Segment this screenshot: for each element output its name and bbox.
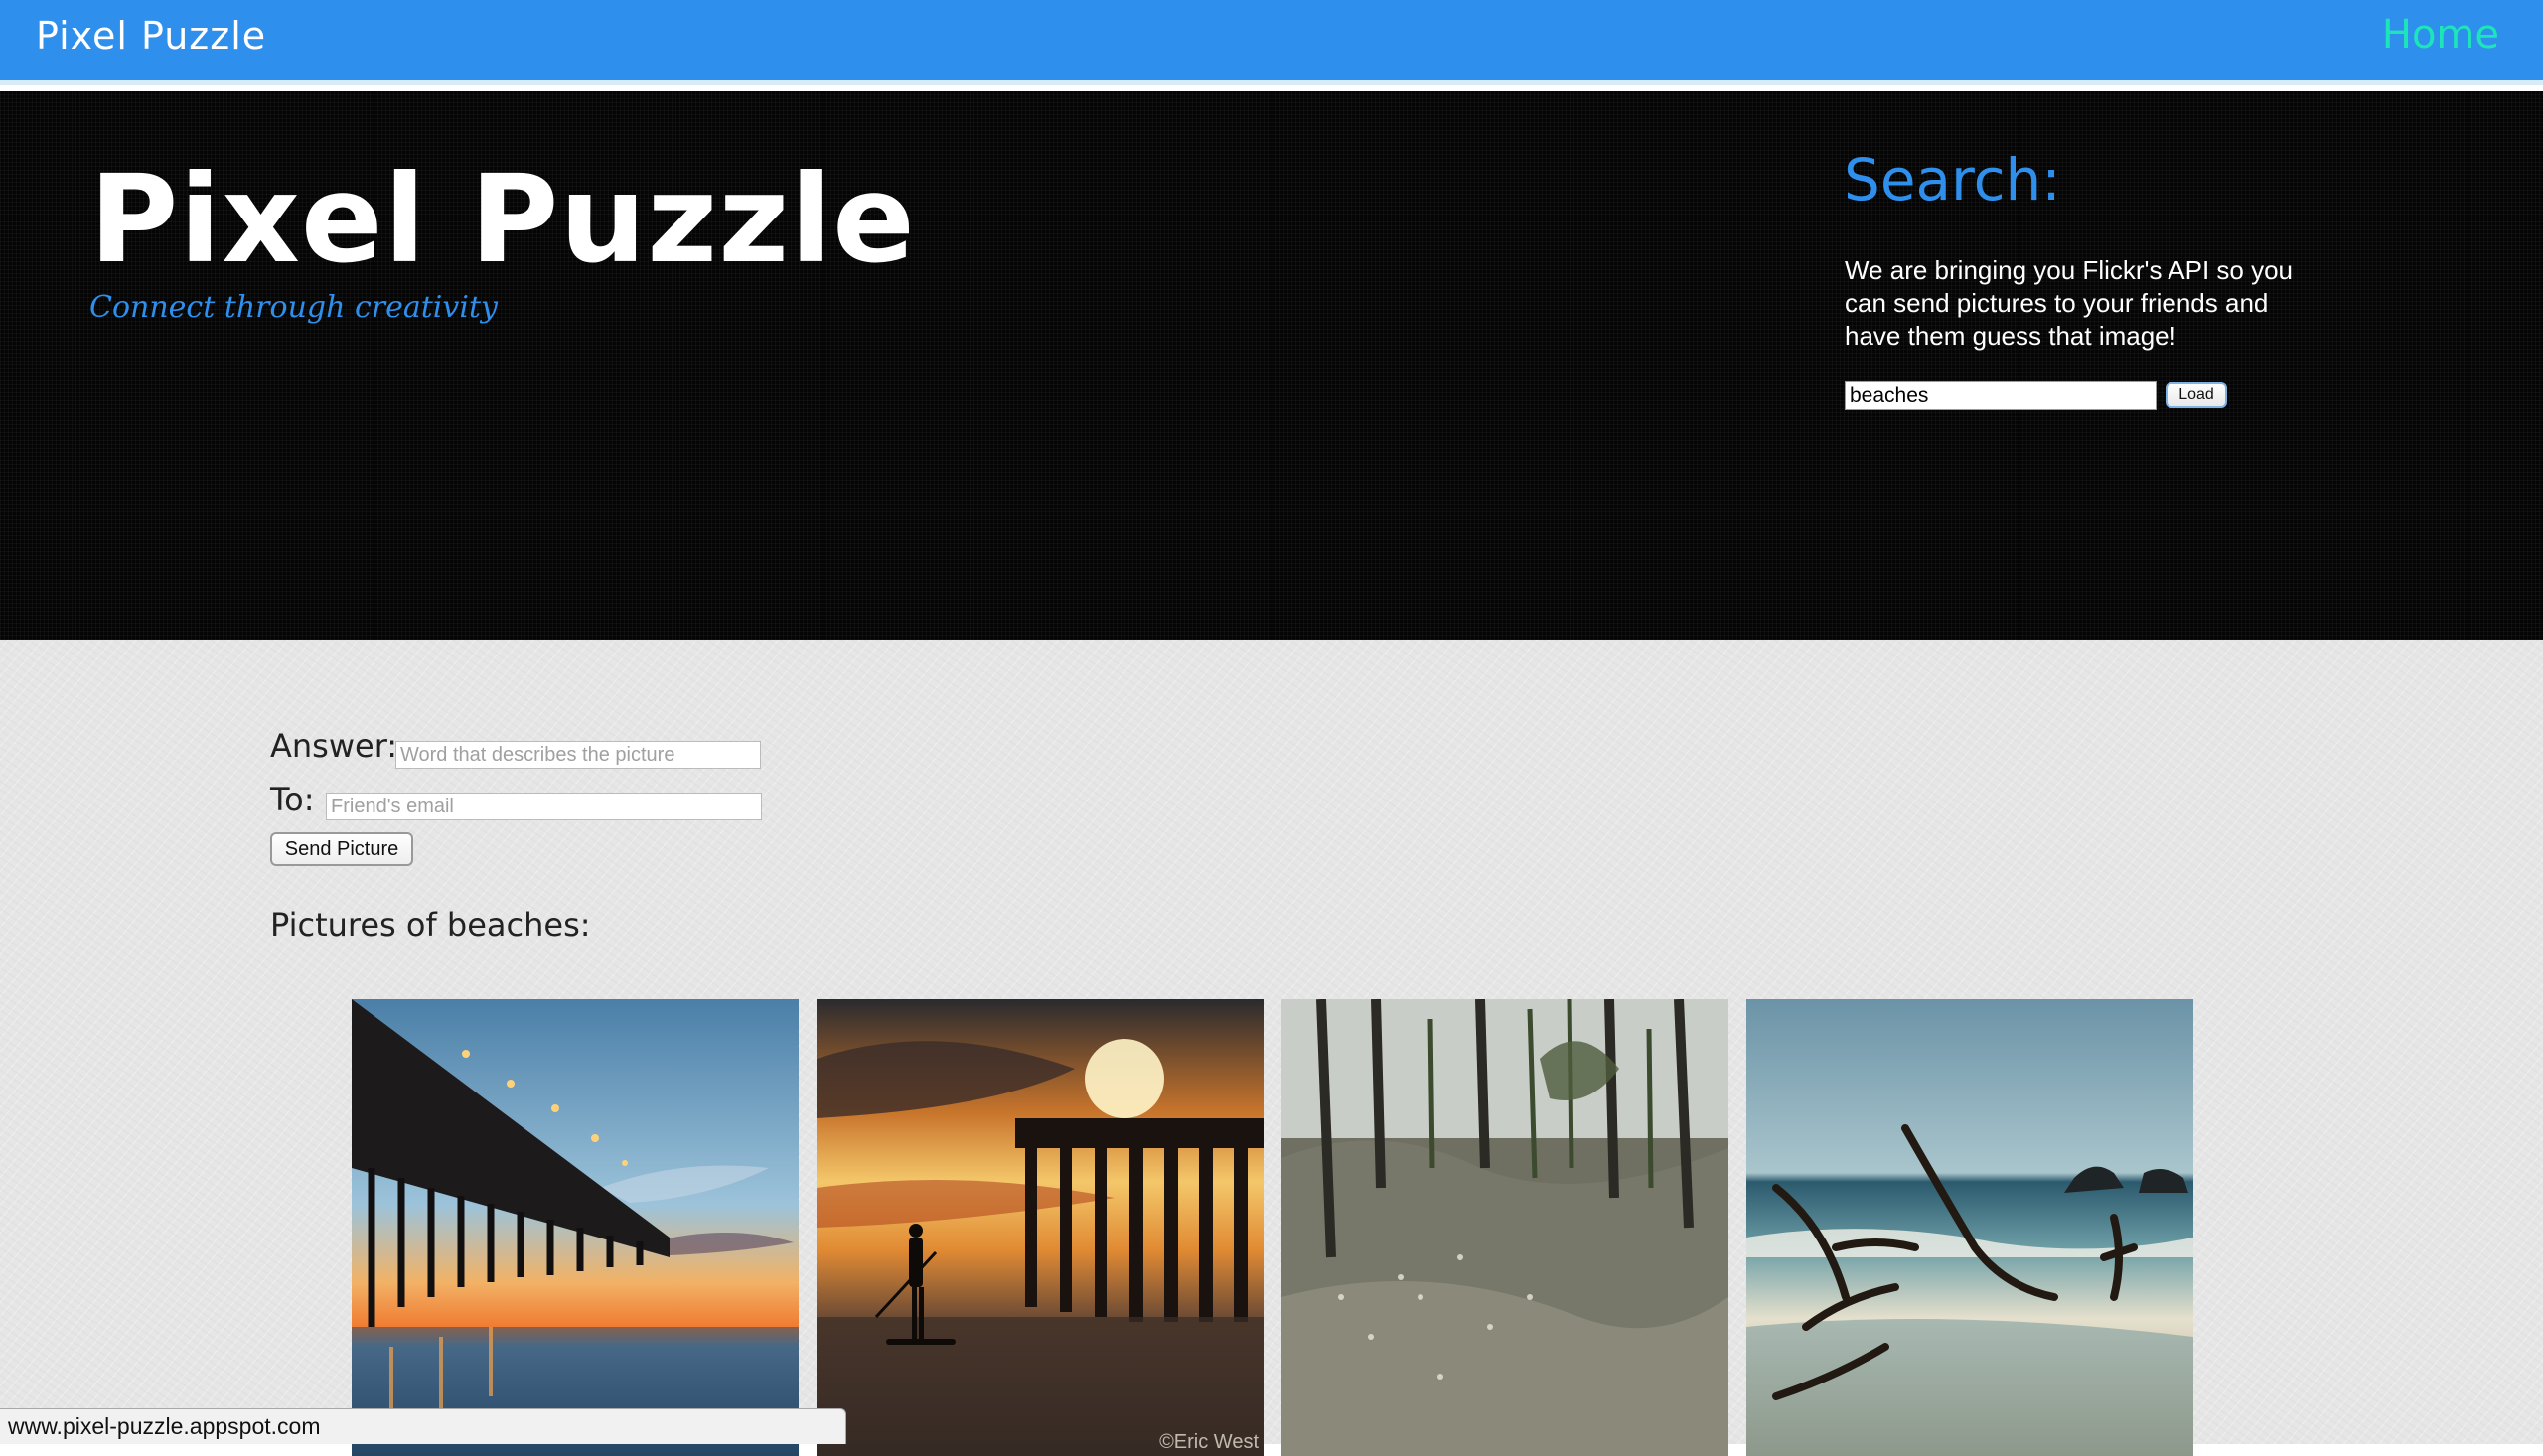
to-label: To: bbox=[270, 781, 315, 818]
burnt-forest-image bbox=[1281, 999, 1728, 1456]
answer-label: Answer: bbox=[270, 727, 398, 765]
main-content: Answer: To: Send Picture Pictures of bea… bbox=[0, 640, 2543, 1456]
email-field[interactable] bbox=[326, 793, 762, 820]
search-heading: Search: bbox=[1844, 146, 2061, 214]
paddleboarder-image: ©Eric West bbox=[817, 999, 1264, 1456]
pictures-heading: Pictures of beaches: bbox=[270, 906, 591, 944]
search-input[interactable] bbox=[1845, 381, 2157, 410]
pier-sunset-image bbox=[352, 999, 799, 1456]
navbar: Pixel Puzzle Home bbox=[0, 0, 2543, 85]
search-description: We are bringing you Flickr's API so you … bbox=[1845, 255, 2294, 351]
status-bar-url: www.pixel-puzzle.appspot.com bbox=[0, 1408, 846, 1444]
photo-burnt-forest[interactable] bbox=[1281, 999, 1728, 1456]
hero-tagline: Connect through creativity bbox=[89, 290, 498, 325]
photo-driftwood[interactable] bbox=[1746, 999, 2193, 1456]
photo-watermark: ©Eric West bbox=[1159, 1431, 1259, 1453]
load-button[interactable]: Load bbox=[2166, 382, 2227, 408]
send-picture-button[interactable]: Send Picture bbox=[270, 832, 413, 866]
hero-banner: Pixel Puzzle Connect through creativity … bbox=[0, 91, 2543, 640]
answer-field[interactable] bbox=[395, 741, 761, 769]
home-link[interactable]: Home bbox=[2382, 12, 2499, 58]
brand-link[interactable]: Pixel Puzzle bbox=[36, 14, 266, 58]
photo-paddleboarder[interactable]: ©Eric West bbox=[817, 999, 1264, 1456]
driftwood-image bbox=[1746, 999, 2193, 1456]
photo-pier-sunset[interactable] bbox=[352, 999, 799, 1456]
hero-title: Pixel Puzzle bbox=[89, 149, 916, 290]
